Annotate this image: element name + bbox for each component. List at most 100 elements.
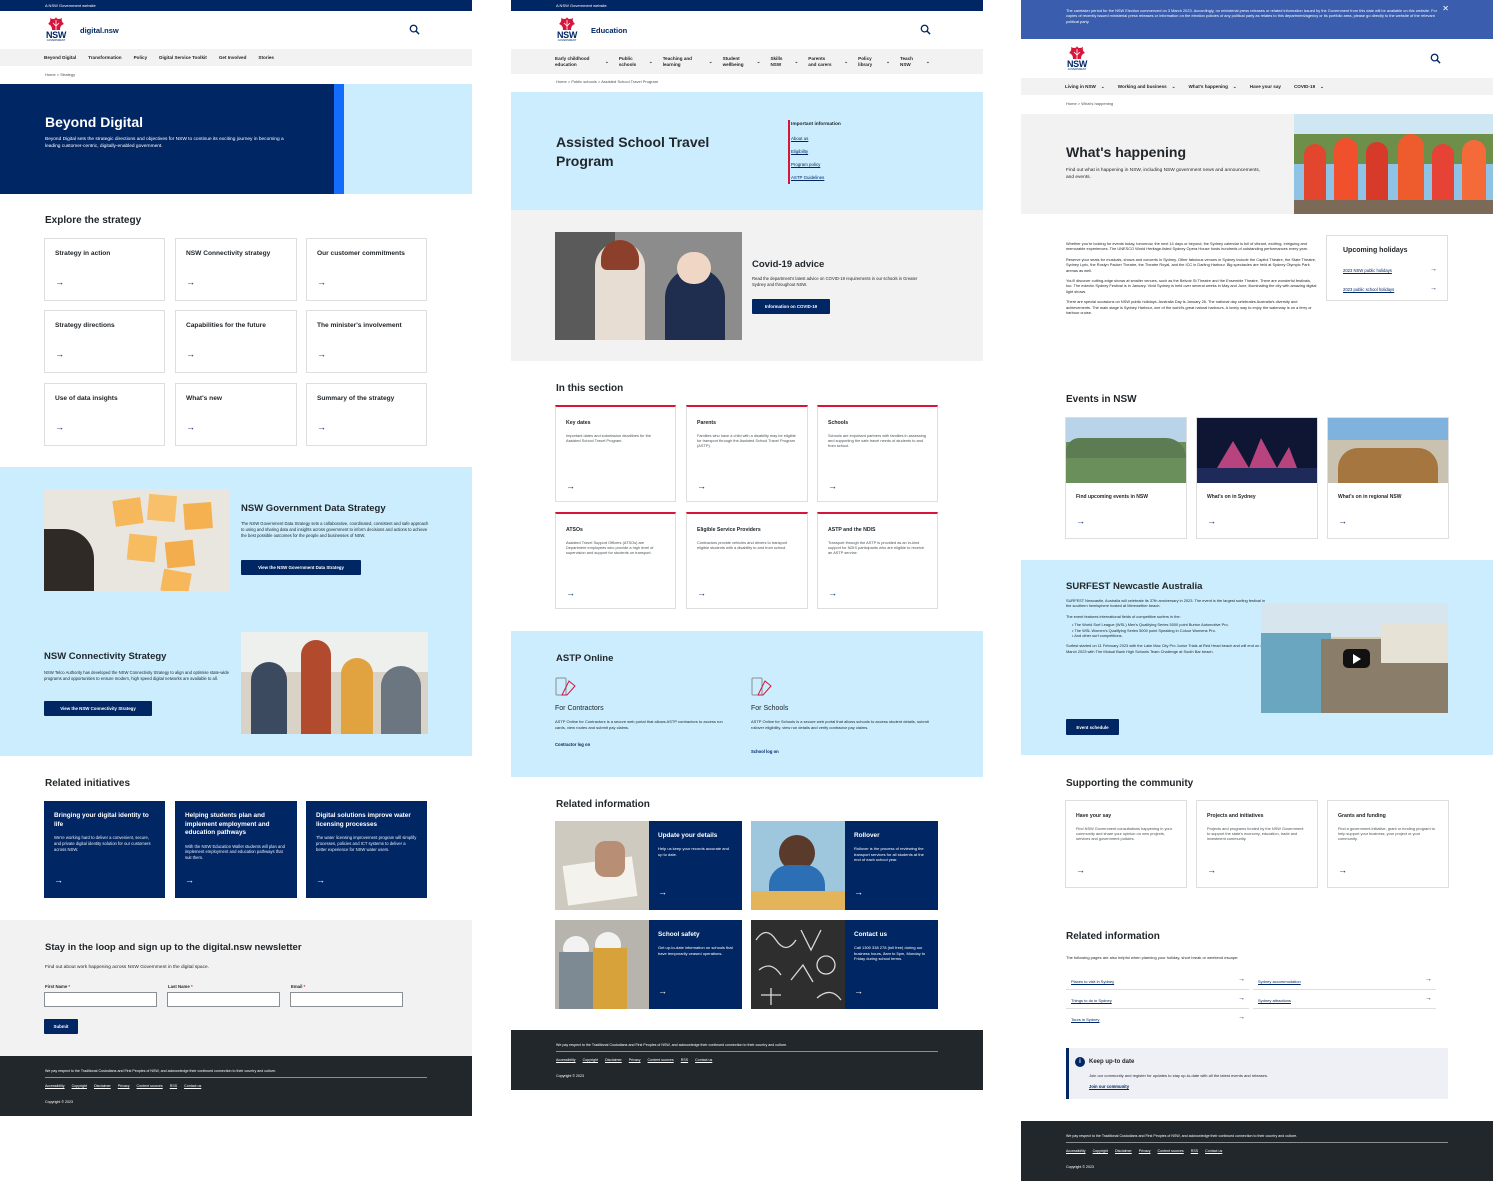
related-card-contact[interactable]: Contact us Call 1300 338 278 (toll free)… (751, 920, 938, 1009)
footer-link[interactable]: Contact us (1205, 1149, 1222, 1153)
related-link[interactable]: Things to do in Sydney (1071, 998, 1112, 1003)
info-link[interactable]: Eligibility (791, 149, 808, 154)
play-icon[interactable] (1343, 649, 1370, 668)
nsw-logo[interactable]: NSW GOVERNMENT (1065, 45, 1089, 73)
section-card[interactable]: ATSOs Assisted Travel Support Officers (A… (555, 512, 676, 609)
event-schedule-button[interactable]: Event schedule (1066, 719, 1119, 735)
view-connectivity-strategy-button[interactable]: View the NSW Connectivity Strategy (44, 701, 152, 716)
last-name-input[interactable] (167, 992, 280, 1007)
covid-info-button[interactable]: Information on COVID-19 (752, 299, 830, 314)
initiative-card[interactable]: Bringing your digital identity to life We… (44, 801, 165, 898)
footer-link[interactable]: RSS (1191, 1149, 1198, 1153)
info-link[interactable]: About us (791, 136, 808, 141)
search-icon[interactable] (409, 24, 420, 35)
email-input[interactable] (290, 992, 403, 1007)
strategy-card[interactable]: The minister's involvement → (306, 310, 427, 373)
site-name[interactable]: Education (591, 26, 627, 35)
nav-item[interactable]: Teach NSW (900, 56, 916, 68)
footer-link[interactable]: Disclaimer (94, 1084, 111, 1088)
breadcrumb[interactable]: Home > Public schools > Assisted School … (511, 74, 983, 91)
surfest-video[interactable] (1261, 603, 1448, 713)
related-row[interactable]: Tours in Sydney → (1066, 1012, 1249, 1028)
nav-item[interactable]: Working and business (1118, 84, 1167, 89)
site-name[interactable]: digital.nsw (80, 26, 119, 35)
join-community-link[interactable]: Join our community (1089, 1084, 1129, 1089)
footer-link[interactable]: Copyright (583, 1058, 598, 1062)
search-icon[interactable] (1430, 53, 1441, 64)
footer-link[interactable]: Accessibility (45, 1084, 65, 1088)
nav-item[interactable]: What's happening (1189, 84, 1228, 89)
view-data-strategy-button[interactable]: View the NSW Government Data Strategy (241, 560, 361, 575)
first-name-input[interactable] (44, 992, 157, 1007)
breadcrumb[interactable]: Home > Strategy (0, 66, 472, 85)
strategy-card[interactable]: Strategy directions → (44, 310, 165, 373)
close-icon[interactable]: ✕ (1442, 4, 1449, 13)
holiday-link[interactable]: 2023 NSW public holidays (1343, 268, 1392, 273)
footer-link[interactable]: Content sources (648, 1058, 674, 1062)
footer-link[interactable]: RSS (681, 1058, 688, 1062)
related-row[interactable]: Things to do in Sydney → (1066, 993, 1249, 1009)
related-link[interactable]: Tours in Sydney (1071, 1017, 1099, 1022)
nav-item[interactable]: Policy (134, 55, 148, 60)
event-card[interactable]: Find upcoming events in NSW → (1065, 417, 1187, 539)
info-link[interactable]: ASTP Guidelines (791, 175, 824, 180)
community-card[interactable]: Grants and funding Find a government init… (1327, 800, 1449, 888)
nav-item[interactable]: Parents and carers (808, 56, 834, 68)
holiday-link[interactable]: 2023 public school holidays (1343, 287, 1394, 292)
section-card[interactable]: Schools Schools are important partners wi… (817, 405, 938, 502)
nav-item[interactable]: Policy library (858, 56, 876, 68)
strategy-card[interactable]: Summary of the strategy → (306, 383, 427, 446)
nav-item[interactable]: COVID-19 (1294, 84, 1315, 89)
search-icon[interactable] (920, 24, 931, 35)
community-card[interactable]: Projects and initiatives Projects and pro… (1196, 800, 1318, 888)
community-card[interactable]: Have your say Find NSW Government consult… (1065, 800, 1187, 888)
section-card[interactable]: Key dates Important dates and submission … (555, 405, 676, 502)
nav-item[interactable]: Transformation (88, 55, 121, 60)
related-card-update[interactable]: Update your details Help us keep your re… (555, 821, 742, 910)
nav-item[interactable]: Stories (258, 55, 274, 60)
breadcrumb[interactable]: Home > What's happening (1021, 96, 1158, 115)
footer-link[interactable]: Disclaimer (1115, 1149, 1132, 1153)
nav-item[interactable]: Beyond Digital (44, 55, 76, 60)
contractor-log-on-link[interactable]: Contractor log on (555, 742, 590, 747)
footer-link[interactable]: Accessibility (556, 1058, 576, 1062)
related-link[interactable]: Sydney accommodation (1258, 979, 1301, 984)
footer-link[interactable]: Privacy (629, 1058, 641, 1062)
event-card[interactable]: What's on in regional NSW → (1327, 417, 1449, 539)
strategy-card[interactable]: What's new → (175, 383, 297, 446)
section-card[interactable]: Parents Families who have a child with a … (686, 405, 808, 502)
nav-item[interactable]: Living in NSW (1065, 84, 1096, 89)
related-row[interactable]: Places to visit in Sydney → (1066, 974, 1249, 990)
strategy-card[interactable]: Use of data insights → (44, 383, 165, 446)
nsw-logo[interactable]: NSW GOVERNMENT (44, 16, 68, 44)
section-card[interactable]: Eligible Service Providers Contractors pr… (686, 512, 808, 609)
footer-link[interactable]: Copyright (1093, 1149, 1108, 1153)
footer-link[interactable]: Accessibility (1066, 1149, 1086, 1153)
school-log-on-link[interactable]: School log on (751, 749, 779, 754)
event-card[interactable]: What's on in Sydney → (1196, 417, 1318, 539)
strategy-card[interactable]: Capabilities for the future → (175, 310, 297, 373)
strategy-card[interactable]: Strategy in action → (44, 238, 165, 301)
related-row[interactable]: Sydney attractions → (1253, 993, 1436, 1009)
footer-link[interactable]: Privacy (1139, 1149, 1151, 1153)
footer-link[interactable]: Copyright (72, 1084, 87, 1088)
nav-item[interactable]: Early childhood education (555, 56, 595, 68)
footer-link[interactable]: Contact us (184, 1084, 201, 1088)
related-link[interactable]: Places to visit in Sydney (1071, 979, 1114, 984)
section-card[interactable]: ASTP and the NDIS Transport through the A… (817, 512, 938, 609)
nav-item[interactable]: Skills NSW (770, 56, 784, 68)
nav-item[interactable]: Teaching and learning (663, 56, 699, 68)
strategy-card[interactable]: Our customer commitments → (306, 238, 427, 301)
submit-button[interactable]: Submit (44, 1019, 78, 1034)
nav-item[interactable]: Public schools (619, 56, 639, 68)
info-link[interactable]: Program policy (791, 162, 820, 167)
nav-item[interactable]: Have your say (1250, 84, 1281, 89)
footer-link[interactable]: Content sources (1158, 1149, 1184, 1153)
nav-item[interactable]: Digital Service Toolkit (159, 55, 207, 60)
nsw-logo[interactable]: NSW GOVERNMENT (555, 16, 579, 44)
strategy-card[interactable]: NSW Connectivity strategy → (175, 238, 297, 301)
related-card-rollover[interactable]: Rollover Rollover is the process of revi… (751, 821, 938, 910)
footer-link[interactable]: RSS (170, 1084, 177, 1088)
nav-item[interactable]: Get Involved (219, 55, 247, 60)
related-row[interactable]: Sydney accommodation → (1253, 974, 1436, 990)
